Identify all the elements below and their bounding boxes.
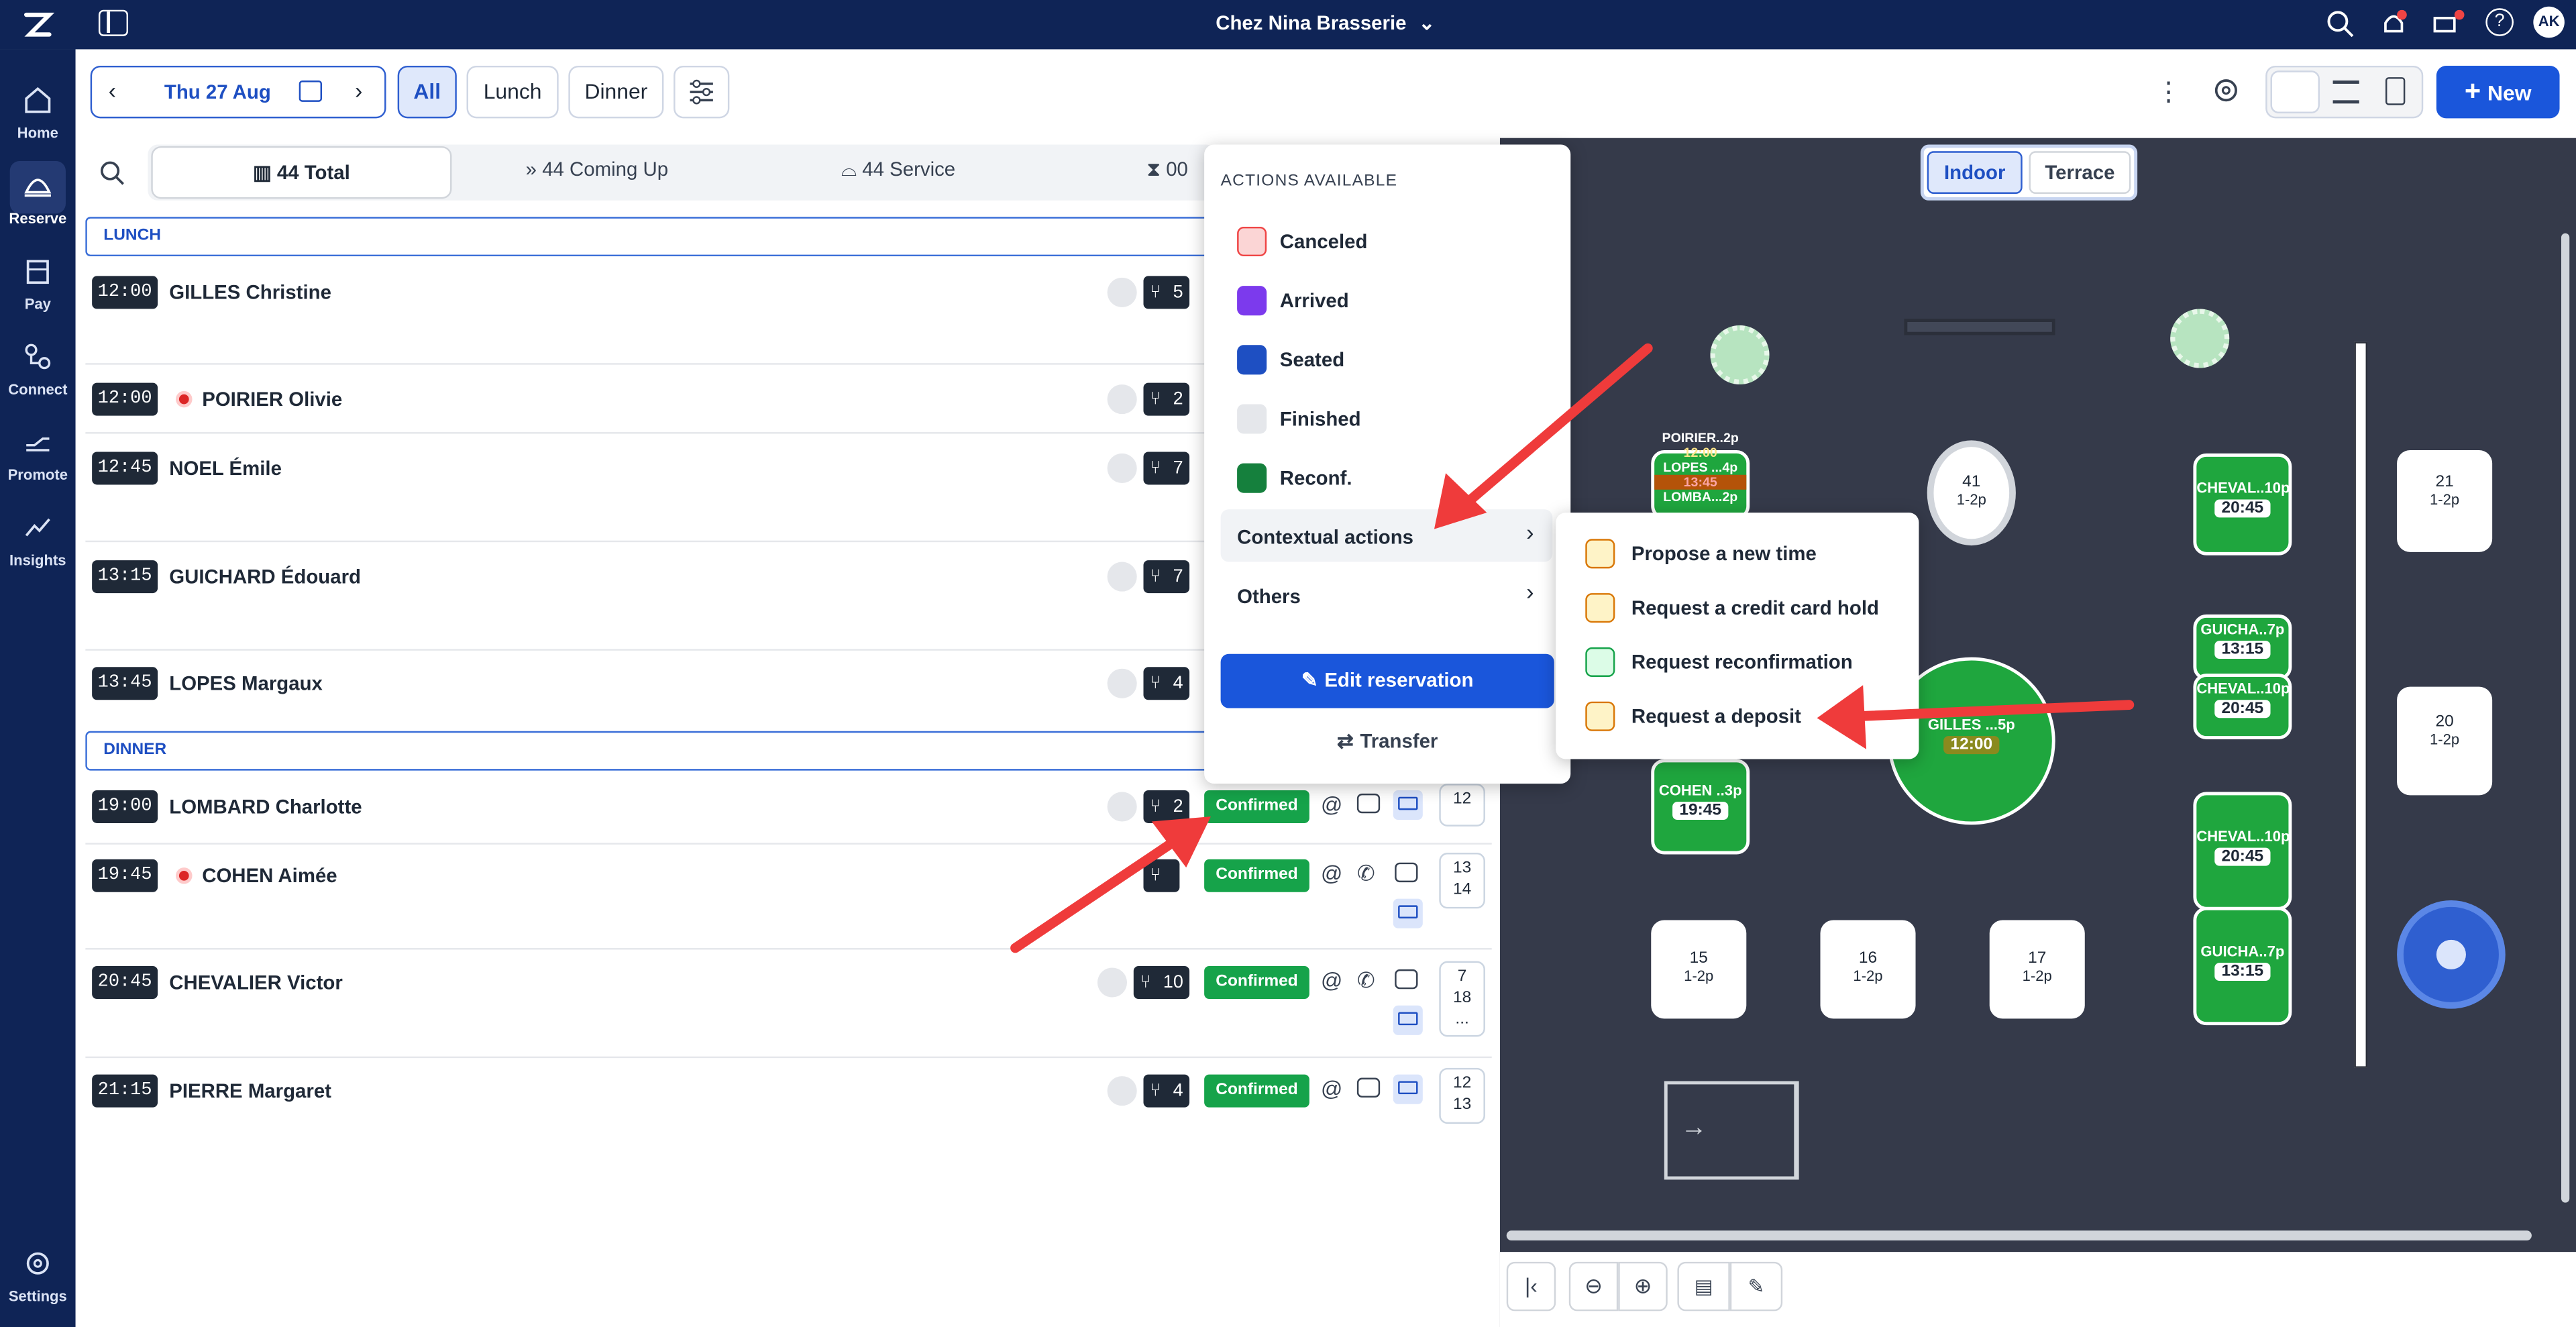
annotation-arrow bbox=[1434, 343, 1653, 529]
annotation-arrow bbox=[1010, 816, 1211, 953]
annotation-arrow bbox=[1817, 685, 2135, 749]
annotation-arrows bbox=[1010, 343, 2135, 953]
